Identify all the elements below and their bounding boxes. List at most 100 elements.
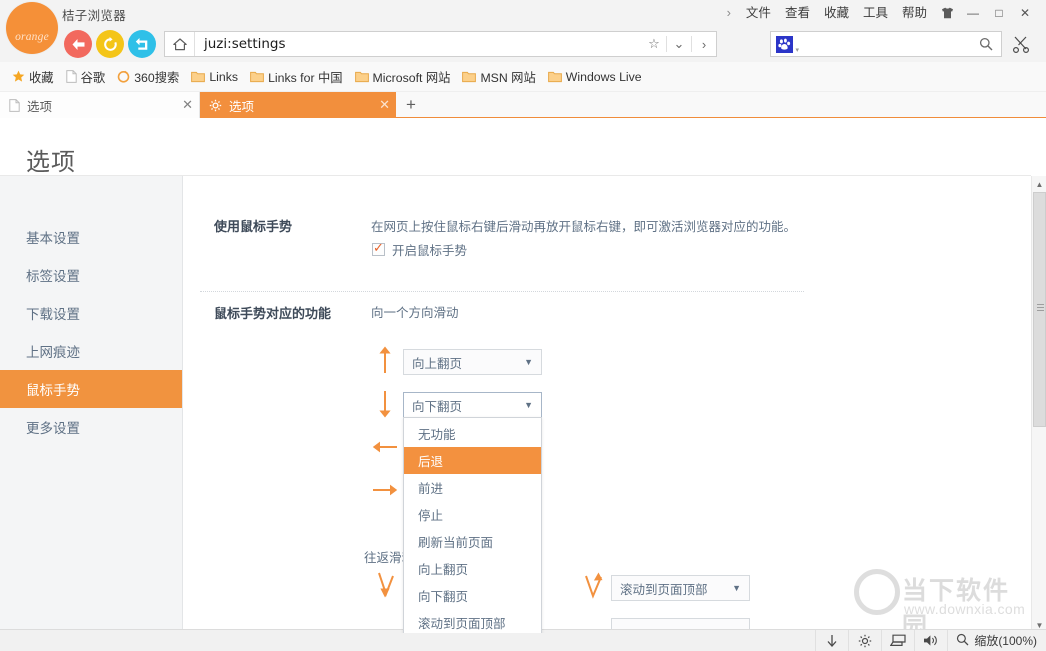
menu-tools[interactable]: 工具 xyxy=(856,0,895,26)
gesture-select-down-value: 向下翻页 xyxy=(412,396,524,415)
search-bar[interactable]: ▾ xyxy=(770,31,1002,57)
bookmark-item-msn[interactable]: MSN 网站 xyxy=(456,66,541,88)
address-bar-text[interactable]: juzi:settings xyxy=(195,36,642,52)
dropdown-option-stop[interactable]: 停止 xyxy=(404,501,541,528)
search-engine-chevron-down-icon[interactable]: ▾ xyxy=(795,46,799,54)
arrow-down-icon xyxy=(374,390,396,418)
sidebar-item-download-settings[interactable]: 下载设置 xyxy=(0,294,182,332)
enable-gestures-checkbox-row[interactable]: 开启鼠标手势 xyxy=(372,240,467,259)
bookmark-label: Links xyxy=(209,70,238,84)
bookmarks-bar: 收藏 谷歌 360搜索 Links Links for 中国 xyxy=(0,62,1046,92)
download-icon[interactable] xyxy=(815,630,848,651)
tab-close-icon[interactable]: ✕ xyxy=(379,97,390,113)
bookmark-item-microsoft[interactable]: Microsoft 网站 xyxy=(349,66,457,88)
address-bar[interactable]: juzi:settings ☆ ⌄ › xyxy=(164,31,717,57)
folder-icon xyxy=(191,71,205,83)
maximize-button[interactable]: □ xyxy=(986,0,1012,26)
sidebar-item-mouse-gestures[interactable]: 鼠标手势 xyxy=(0,370,182,408)
gesture-select-scroll-top[interactable]: 滚动到页面顶部 ▼ xyxy=(611,575,750,601)
enable-gestures-checkbox[interactable] xyxy=(372,243,385,256)
dropdown-option-page-up[interactable]: 向上翻页 xyxy=(404,555,541,582)
bookmark-label: 360搜索 xyxy=(134,68,179,86)
dropdown-option-page-down[interactable]: 向下翻页 xyxy=(404,582,541,609)
menu-help[interactable]: 帮助 xyxy=(895,0,934,26)
menu-favorites[interactable]: 收藏 xyxy=(817,0,856,26)
circle-360-icon xyxy=(117,70,130,83)
bookmark-item-360search[interactable]: 360搜索 xyxy=(111,66,185,88)
chevron-down-icon: ▼ xyxy=(732,583,741,593)
scrollbar-thumb[interactable] xyxy=(1033,192,1046,427)
navigation-bar: juzi:settings ☆ ⌄ › ▾ xyxy=(0,26,1046,62)
sidebar-item-label: 下载设置 xyxy=(26,303,80,323)
reload-button[interactable] xyxy=(96,30,124,58)
menu-file[interactable]: 文件 xyxy=(739,0,778,26)
undo-button[interactable] xyxy=(128,30,156,58)
settings-sidebar: 基本设置 标签设置 下载设置 上网痕迹 鼠标手势 更多设置 xyxy=(0,176,183,633)
sidebar-item-more-settings[interactable]: 更多设置 xyxy=(0,408,182,446)
gesture-select-down[interactable]: 向下翻页 ▼ xyxy=(403,392,542,418)
tab-strip: 选项 ✕ 选项 ✕ + xyxy=(0,92,1046,118)
folder-icon xyxy=(355,71,369,83)
new-tab-button[interactable]: + xyxy=(400,95,422,115)
arrow-left-icon xyxy=(372,435,398,459)
enable-gestures-label: 开启鼠标手势 xyxy=(392,240,467,259)
tab-label: 选项 xyxy=(229,96,372,115)
bookmark-item-favorites[interactable]: 收藏 xyxy=(6,66,60,88)
page-scrollbar[interactable]: ▲ ▼ xyxy=(1031,176,1046,633)
star-icon xyxy=(12,70,25,83)
menu-expand-chevron-icon[interactable]: › xyxy=(723,0,739,26)
baidu-paw-icon[interactable]: ▾ xyxy=(776,36,793,53)
tab-options-2-active[interactable]: 选项 ✕ xyxy=(200,92,396,118)
dropdown-option-refresh[interactable]: 刷新当前页面 xyxy=(404,528,541,555)
section-label-gesture-actions: 鼠标手势对应的功能 xyxy=(214,303,331,322)
bookmark-star-icon[interactable]: ☆ xyxy=(642,32,666,56)
tab-options-1[interactable]: 选项 ✕ xyxy=(0,92,200,118)
bookmark-label: Links for 中国 xyxy=(268,68,342,86)
window-menu-area: › 文件 查看 收藏 工具 帮助 — □ ✕ xyxy=(723,0,1038,26)
bookmark-item-windows-live[interactable]: Windows Live xyxy=(542,66,648,88)
gesture-dropdown-list[interactable]: 无功能 后退 前进 停止 刷新当前页面 向上翻页 向下翻页 滚动到页面顶部 xyxy=(403,417,542,633)
arrow-up-icon xyxy=(374,346,396,374)
home-icon[interactable] xyxy=(165,32,195,56)
close-button[interactable]: ✕ xyxy=(1012,0,1038,26)
dropdown-option-forward[interactable]: 前进 xyxy=(404,474,541,501)
window-icon[interactable] xyxy=(881,630,914,651)
page-icon xyxy=(66,70,77,83)
settings-content: 使用鼠标手势 在网页上按住鼠标右键后滑动再放开鼠标右键，即可激活浏览器对应的功能… xyxy=(184,176,1031,633)
tab-close-icon[interactable]: ✕ xyxy=(182,97,193,113)
sidebar-item-browsing-history[interactable]: 上网痕迹 xyxy=(0,332,182,370)
dropdown-option-scroll-top[interactable]: 滚动到页面顶部 xyxy=(404,609,541,633)
bookmark-item-links-for-china[interactable]: Links for 中国 xyxy=(244,66,348,88)
scissors-screenshot-icon[interactable] xyxy=(1012,35,1030,58)
skin-shirt-icon[interactable] xyxy=(934,0,960,26)
zoom-control[interactable]: 缩放(100%) xyxy=(947,630,1046,651)
zoom-level-label: 缩放(100%) xyxy=(974,632,1037,649)
gear-icon[interactable] xyxy=(848,630,881,651)
bookmark-label: 收藏 xyxy=(29,68,54,86)
bookmark-item-links[interactable]: Links xyxy=(185,66,244,88)
section-gesture-description: 在网页上按住鼠标右键后滑动再放开鼠标右键，即可激活浏览器对应的功能。 xyxy=(371,216,796,235)
dropdown-option-no-action[interactable]: 无功能 xyxy=(404,420,541,447)
browser-logo: orange xyxy=(6,2,58,54)
bookmark-item-google[interactable]: 谷歌 xyxy=(60,66,112,88)
sidebar-item-basic-settings[interactable]: 基本设置 xyxy=(0,218,182,256)
chevron-down-icon: ▼ xyxy=(524,357,533,367)
speaker-icon[interactable] xyxy=(914,630,947,651)
scroll-up-arrow-icon[interactable]: ▲ xyxy=(1032,176,1046,192)
address-history-chevron-down-icon[interactable]: ⌄ xyxy=(667,32,691,56)
gesture-select-up[interactable]: 向上翻页 ▼ xyxy=(403,349,542,375)
bookmark-label: MSN 网站 xyxy=(480,68,535,86)
minimize-button[interactable]: — xyxy=(960,0,986,26)
divider xyxy=(200,291,804,292)
arrow-up-down-right-icon xyxy=(582,572,606,602)
back-button[interactable] xyxy=(64,30,92,58)
go-button[interactable]: › xyxy=(692,32,716,56)
menu-view[interactable]: 查看 xyxy=(778,0,817,26)
browser-window: 桔子浏览器 › 文件 查看 收藏 工具 帮助 — □ ✕ orange xyxy=(0,0,1046,651)
search-icon[interactable] xyxy=(979,37,993,51)
folder-icon xyxy=(250,71,264,83)
address-bar-actions: ☆ ⌄ › xyxy=(642,32,716,56)
dropdown-option-back[interactable]: 后退 xyxy=(404,447,541,474)
bookmark-label: Microsoft 网站 xyxy=(373,68,451,86)
sidebar-item-tab-settings[interactable]: 标签设置 xyxy=(0,256,182,294)
